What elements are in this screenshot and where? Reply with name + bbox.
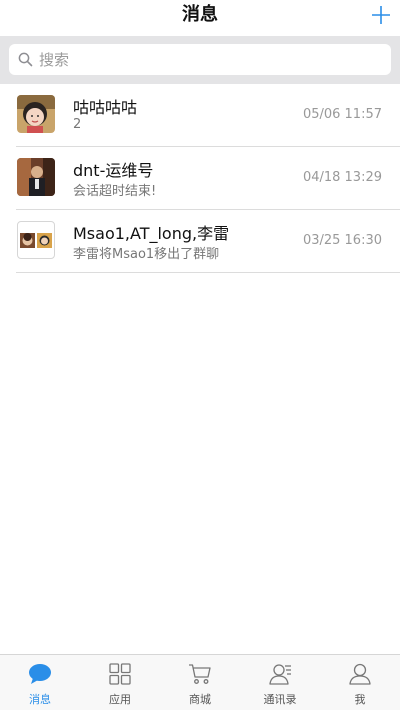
grid-icon — [109, 663, 131, 685]
conversation-preview: 2 — [73, 117, 82, 132]
page-title: 消息 — [182, 4, 218, 25]
search-bar — [0, 36, 400, 84]
tab-label: 商城 — [189, 693, 211, 706]
add-button[interactable] — [370, 4, 392, 26]
tab-label: 我 — [354, 693, 366, 706]
search-input[interactable] — [39, 44, 379, 75]
conversation-list: 咕咕咕咕 2 05/06 11:57 dnt-运维号 会话超时结束! 04/18… — [0, 84, 400, 273]
conversation-name: dnt-运维号 — [73, 161, 154, 180]
search-box[interactable] — [9, 44, 391, 75]
contacts-icon — [269, 664, 291, 685]
tab-messages[interactable]: 消息 — [0, 655, 80, 710]
search-icon — [18, 52, 33, 67]
tab-bar: 消息 应用 商城 通讯录 我 — [0, 654, 400, 710]
conversation-row[interactable]: 咕咕咕咕 2 05/06 11:57 — [0, 84, 400, 147]
conversation-row[interactable]: Msao1,AT_long,李雷 李雷将Msao1移出了群聊 03/25 16:… — [0, 210, 400, 273]
tab-label: 消息 — [29, 693, 51, 706]
avatar — [17, 95, 55, 133]
tab-apps[interactable]: 应用 — [80, 655, 160, 710]
tab-mall[interactable]: 商城 — [160, 655, 240, 710]
conversation-time: 04/18 13:29 — [302, 170, 382, 185]
conversation-time: 05/06 11:57 — [302, 107, 382, 122]
app-root: 消息 搜索 咕咕咕咕 2 05/06 11:57 dnt-运维号 会话超时结束!… — [0, 0, 400, 710]
conversation-name: 咕咕咕咕 — [73, 98, 138, 117]
tab-label: 通讯录 — [263, 693, 297, 706]
tab-label: 应用 — [109, 693, 131, 706]
nav-header: 消息 — [0, 0, 400, 36]
conversation-preview: 会话超时结束! — [73, 184, 157, 199]
tab-contacts[interactable]: 通讯录 — [240, 655, 320, 710]
conversation-row[interactable]: dnt-运维号 会话超时结束! 04/18 13:29 — [0, 147, 400, 210]
conversation-time: 03/25 16:30 — [302, 233, 382, 248]
conversation-preview: 李雷将Msao1移出了群聊 — [73, 247, 220, 262]
tab-me[interactable]: 我 — [320, 655, 400, 710]
avatar — [17, 158, 55, 196]
cart-icon — [189, 664, 211, 684]
plus-icon — [372, 6, 390, 24]
conversation-name: Msao1,AT_long,李雷 — [73, 224, 230, 243]
chat-bubble-icon — [29, 664, 51, 684]
group-avatar — [17, 221, 55, 259]
person-icon — [349, 663, 371, 685]
